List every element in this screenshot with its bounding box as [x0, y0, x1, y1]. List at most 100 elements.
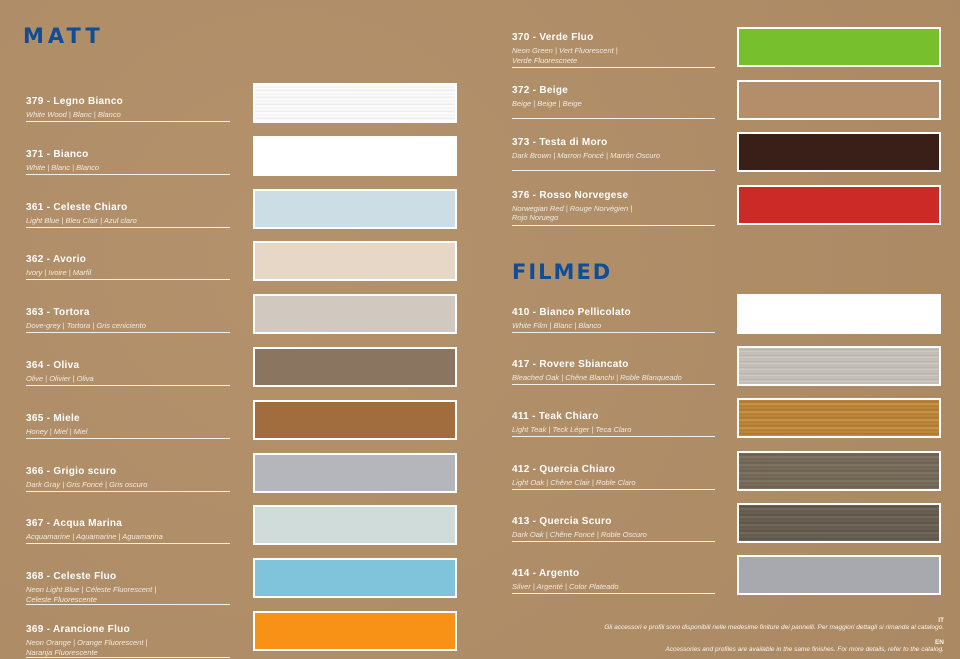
divider-line: [26, 490, 230, 492]
color-info: 411 - Teak Chiaro Light Teak | Teck Léger…: [512, 411, 631, 435]
color-info: 414 - Argento Silver | Argenté | Color Pl…: [512, 568, 619, 592]
color-item: 411 - Teak Chiaro Light Teak | Teck Léger…: [512, 398, 941, 439]
color-name: 369 - Arancione Fluo: [26, 624, 130, 635]
color-item: 379 - Legno Bianco White Wood | Blanc | B…: [26, 83, 457, 123]
color-translations: White Film | Blanc | Blanco: [512, 321, 602, 330]
color-name: 376 - Rosso Norvegese: [512, 189, 629, 201]
color-item: 366 - Grigio scuro Dark Gray | Gris Foncé…: [26, 452, 457, 493]
color-name: 372 - Beige: [512, 84, 569, 96]
color-name: 373 - Testa di Moro: [512, 137, 608, 148]
color-info: 361 - Celeste Chiaro Light Blue | Bleu Cl…: [26, 202, 137, 226]
divider-line: [26, 332, 230, 334]
color-item: 417 - Rovere Sbiancato Bleached Oak | Chê…: [512, 346, 941, 387]
color-item: 373 - Testa di Moro Dark Brown | Marron F…: [512, 132, 941, 172]
footer-note-en: EN Accessories and profiles are availabl…: [665, 639, 944, 653]
color-name: 370 - Verde Fluo: [512, 32, 594, 43]
divider-line: [512, 384, 715, 386]
divider-line: [512, 117, 715, 119]
divider-line: [26, 173, 230, 175]
color-name: 414 - Argento: [512, 568, 580, 579]
color-name: 361 - Celeste Chiaro: [26, 201, 128, 213]
color-info: 376 - Rosso Norvegese Norwegian Red | Rou…: [512, 190, 632, 223]
color-name: 365 - Miele: [26, 412, 80, 424]
color-translations: Light Blue | Bleu Clair | Azul claro: [26, 215, 137, 225]
color-name: 412 - Quercia Chiaro: [512, 463, 616, 475]
color-translations: Ivory | Ivoire | Marfil: [26, 268, 92, 278]
color-swatch: [737, 398, 941, 439]
color-item: 362 - Avorio Ivory | Ivoire | Marfil: [26, 241, 457, 282]
color-swatch: [737, 132, 941, 172]
color-info: 369 - Arancione Fluo Neon Orange | Orange…: [26, 624, 147, 657]
color-swatch: [253, 399, 457, 440]
color-swatch: [737, 27, 941, 67]
color-name: 364 - Oliva: [26, 360, 80, 371]
divider-line: [26, 543, 230, 545]
color-info: 417 - Rovere Sbiancato Bleached Oak | Chê…: [512, 359, 682, 383]
color-info: 363 - Tortora Dove-grey | Tortora | Gris …: [26, 307, 146, 331]
color-swatch: [737, 294, 941, 334]
color-name: 367 - Acqua Marina: [26, 518, 123, 530]
color-translations: Norwegian Red | Rouge Norvégien | Rojo N…: [512, 203, 633, 223]
color-item: 413 - Quercia Scuro Dark Oak | Chêne Fonc…: [512, 502, 941, 543]
color-item: 376 - Rosso Norvegese Norwegian Red | Rou…: [512, 184, 941, 226]
color-translations: Light Oak | Chêne Clair | Roble Claro: [512, 477, 636, 487]
divider-line: [512, 488, 715, 490]
footer-note-it: IT Gli accessori e profili sono disponib…: [604, 617, 944, 631]
color-translations: Neon Orange | Orange Fluorescent | Naran…: [26, 638, 148, 657]
divider-line: [26, 657, 230, 658]
footer-it-text: Gli accessori e profili sono disponibili…: [604, 624, 944, 631]
footer-en-text: Accessories and profiles are available i…: [665, 646, 944, 653]
divider-line: [26, 437, 230, 439]
color-info: 364 - Oliva Olive | Olivier | Oliva: [26, 360, 94, 384]
color-item: 367 - Acqua Marina Acquamarine | Aquamari…: [26, 505, 457, 546]
divider-line: [512, 436, 715, 438]
divider-line: [26, 226, 230, 228]
color-swatch: [253, 294, 457, 335]
divider-line: [26, 604, 230, 606]
divider-line: [512, 540, 715, 542]
color-item: 370 - Verde Fluo Neon Green | Vert Fluore…: [512, 27, 941, 68]
color-swatch: [737, 502, 941, 543]
color-name: 371 - Bianco: [26, 148, 89, 160]
color-swatch: [253, 347, 457, 387]
color-info: 362 - Avorio Ivory | Ivoire | Marfil: [26, 254, 91, 278]
color-swatch: [253, 558, 457, 599]
color-translations: Silver | Argenté | Color Plateado: [512, 582, 619, 591]
color-name: 411 - Teak Chiaro: [512, 411, 599, 423]
color-name: 379 - Legno Bianco: [26, 96, 124, 107]
color-swatch: [253, 611, 457, 651]
color-name: 417 - Rovere Sbiancato: [512, 359, 629, 371]
color-swatch: [737, 79, 941, 120]
color-item: 361 - Celeste Chiaro Light Blue | Bleu Cl…: [26, 188, 457, 229]
color-name: 362 - Avorio: [26, 254, 87, 266]
color-translations: Neon Green | Vert Fluorescent | Verde Fl…: [512, 46, 618, 65]
color-name: 410 - Bianco Pellicolato: [512, 307, 631, 318]
color-item: 371 - Bianco White | Blanc | Blanco: [26, 135, 457, 176]
color-translations: Dark Gray | Gris Foncé | Gris oscuro: [26, 479, 148, 489]
color-swatch: [737, 184, 941, 225]
color-swatch: [253, 452, 457, 493]
color-item: 414 - Argento Silver | Argenté | Color Pl…: [512, 555, 941, 595]
color-translations: Acquamarine | Aquamarine | Aguamarina: [26, 532, 163, 542]
color-info: 371 - Bianco White | Blanc | Blanco: [26, 149, 99, 173]
color-translations: Light Teak | Teck Léger | Teca Claro: [512, 425, 632, 435]
color-swatch: [253, 505, 457, 546]
filmed-title: FILMED: [512, 260, 613, 284]
color-info: 372 - Beige Beige | Beige | Beige: [512, 85, 582, 109]
color-translations: White | Blanc | Blanco: [26, 162, 100, 172]
divider-line: [512, 224, 715, 226]
color-name: 363 - Tortora: [26, 307, 90, 319]
divider-line: [512, 332, 715, 333]
color-translations: Honey | Miel | Miel: [26, 426, 88, 436]
color-swatch: [253, 135, 457, 176]
color-translations: Dark Oak | Chêne Foncé | Roble Oscuro: [512, 529, 647, 539]
color-info: 379 - Legno Bianco White Wood | Blanc | B…: [26, 96, 123, 120]
color-info: 365 - Miele Honey | Miel | Miel: [26, 413, 87, 437]
color-swatch: [253, 241, 457, 282]
color-translations: Dove-grey | Tortora | Gris ceniciento: [26, 321, 146, 331]
divider-line: [512, 67, 715, 68]
color-item: 365 - Miele Honey | Miel | Miel: [26, 399, 457, 440]
divider-line: [512, 593, 715, 594]
matt-title: MATT: [23, 24, 104, 48]
color-translations: Neon Light Blue | Céleste Fluorescent | …: [26, 585, 157, 604]
